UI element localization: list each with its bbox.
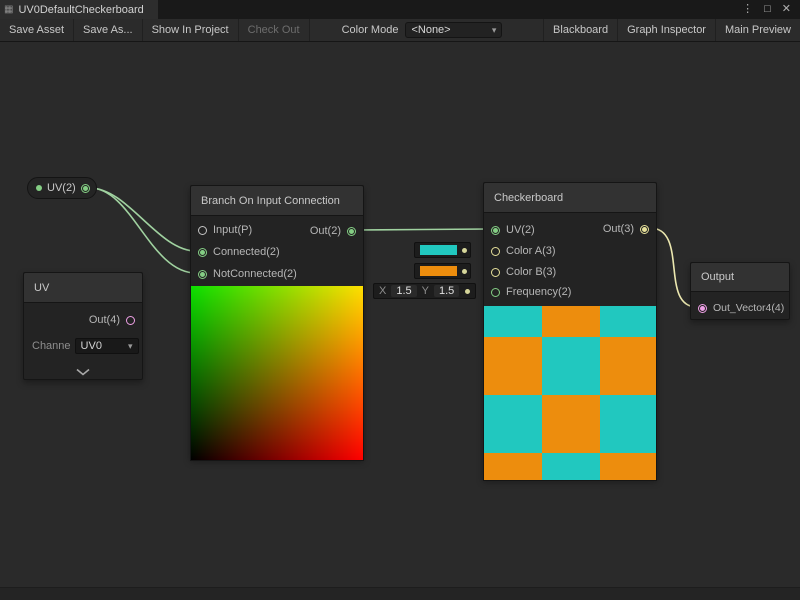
port-label: UV(2) <box>506 224 535 236</box>
node-title: Checkerboard <box>484 183 656 213</box>
port-label: Connected(2) <box>213 246 280 258</box>
shader-graph-toolbar: Save Asset Save As... Show In Project Ch… <box>0 19 800 42</box>
window-controls: ⋮ □ ✕ <box>742 0 800 19</box>
port-row-connected: Connected(2) <box>198 244 280 260</box>
color-a-field[interactable] <box>414 242 471 258</box>
port-label: Out(2) <box>310 225 341 237</box>
shader-graph-asset-icon: ▦ <box>4 5 13 15</box>
color-a-swatch[interactable] <box>420 245 457 255</box>
uv-gradient-preview <box>191 286 363 460</box>
port-label: Out(3) <box>603 223 634 235</box>
edge-uvtoken-to-connected[interactable] <box>90 188 196 251</box>
port-row-frequency: Frequency(2) <box>491 284 571 300</box>
port-row-notconnected: NotConnected(2) <box>198 266 297 282</box>
node-expander[interactable] <box>24 368 142 376</box>
color-a-port[interactable] <box>491 247 500 256</box>
port-row-out4: Out(4) <box>89 312 135 328</box>
port-row-uv2: UV(2) <box>491 222 535 238</box>
show-in-project-button[interactable]: Show In Project <box>143 19 239 41</box>
port-label: NotConnected(2) <box>213 268 297 280</box>
token-label: UV(2) <box>47 182 76 194</box>
port-row-out3: Out(3) <box>603 221 649 237</box>
node-title: UV <box>24 273 142 303</box>
value-connector-dot-icon <box>465 289 470 294</box>
output-in-port[interactable] <box>698 304 707 313</box>
main-preview-toggle-button[interactable]: Main Preview <box>715 19 800 41</box>
frequency-y-input[interactable]: 1.5 <box>434 285 459 297</box>
tab-title: UV0DefaultCheckerboard <box>18 4 143 16</box>
port-label: Input(P) <box>213 224 252 236</box>
menu-kebab-icon[interactable]: ⋮ <box>742 4 753 15</box>
token-output-port[interactable] <box>81 184 90 193</box>
window-bottom-strip <box>0 587 800 600</box>
channel-value: UV0 <box>81 340 102 352</box>
channel-control-row: Channe UV0 ▾ <box>32 337 139 355</box>
port-row-input-p: Input(P) <box>198 222 252 238</box>
port-label: Color A(3) <box>506 245 556 257</box>
port-row-out-vector4: Out_Vector4(4) <box>698 300 784 316</box>
graph-canvas[interactable]: UV(2) Branch On Input Connection Input(P… <box>0 42 800 600</box>
port-row-color-b: Color B(3) <box>491 264 556 280</box>
edge-uvtoken-to-notconnected[interactable] <box>90 188 196 273</box>
uv2-port-token[interactable]: UV(2) <box>27 177 97 199</box>
node-output[interactable]: Output Out_Vector4(4) <box>690 262 790 320</box>
value-connector-dot-icon <box>462 269 467 274</box>
node-title: Branch On Input Connection <box>191 186 363 216</box>
frequency-x-input[interactable]: 1.5 <box>391 285 416 297</box>
frequency-port[interactable] <box>491 288 500 297</box>
color-b-swatch[interactable] <box>420 266 457 276</box>
color-mode-label: Color Mode <box>310 24 406 36</box>
node-checkerboard[interactable]: Checkerboard UV(2) Color A(3) Color B(3)… <box>483 182 657 479</box>
checkerboard-node-preview <box>483 306 657 481</box>
branch-out-port[interactable] <box>347 227 356 236</box>
save-asset-button[interactable]: Save Asset <box>0 19 74 41</box>
port-label: Out(4) <box>89 314 120 326</box>
graph-inspector-toggle-button[interactable]: Graph Inspector <box>617 19 715 41</box>
port-label: Color B(3) <box>506 266 556 278</box>
check-out-button[interactable]: Check Out <box>239 19 310 41</box>
node-title: Output <box>691 263 789 292</box>
token-value-dot-icon <box>36 185 42 191</box>
color-b-port[interactable] <box>491 268 500 277</box>
channel-label: Channe <box>32 340 71 352</box>
blackboard-toggle-button[interactable]: Blackboard <box>543 19 617 41</box>
close-icon[interactable]: ✕ <box>782 4 791 15</box>
frequency-field: X 1.5 Y 1.5 <box>373 283 476 299</box>
window-tab-bar: ▦ UV0DefaultCheckerboard ⋮ □ ✕ <box>0 0 800 19</box>
color-mode-dropdown[interactable]: <None> ▾ <box>405 22 502 38</box>
branch-node-preview <box>190 286 364 461</box>
notconnected-port[interactable] <box>198 270 207 279</box>
uv-out-port[interactable] <box>126 316 135 325</box>
color-b-field[interactable] <box>414 263 471 279</box>
value-connector-dot-icon <box>462 248 467 253</box>
edge-branch-out-to-checkerboard-uv[interactable] <box>356 229 490 230</box>
maximize-icon[interactable]: □ <box>764 4 771 15</box>
uv-channel-dropdown[interactable]: UV0 ▾ <box>75 338 139 354</box>
node-uv[interactable]: UV Out(4) Channe UV0 ▾ <box>23 272 143 380</box>
checkerboard-pattern <box>484 306 656 480</box>
chevron-down-icon: ▾ <box>128 341 133 352</box>
color-mode-value: <None> <box>411 24 450 36</box>
save-as-button[interactable]: Save As... <box>74 19 143 41</box>
port-row-out2: Out(2) <box>310 223 356 239</box>
port-label: Frequency(2) <box>506 286 571 298</box>
node-branch-on-input-connection[interactable]: Branch On Input Connection Input(P) Conn… <box>190 185 364 459</box>
tab-uv0defaultcheckerboard[interactable]: ▦ UV0DefaultCheckerboard <box>0 0 158 19</box>
frequency-x-label: X <box>379 285 386 297</box>
frequency-y-label: Y <box>422 285 429 297</box>
port-row-color-a: Color A(3) <box>491 243 556 259</box>
chevron-down-icon: ▾ <box>492 25 497 36</box>
connected-port[interactable] <box>198 248 207 257</box>
checkerboard-uv-port[interactable] <box>491 226 500 235</box>
checkerboard-out-port[interactable] <box>640 225 649 234</box>
expand-chevron-icon <box>75 368 91 376</box>
port-label: Out_Vector4(4) <box>713 302 784 314</box>
input-p-port[interactable] <box>198 226 207 235</box>
